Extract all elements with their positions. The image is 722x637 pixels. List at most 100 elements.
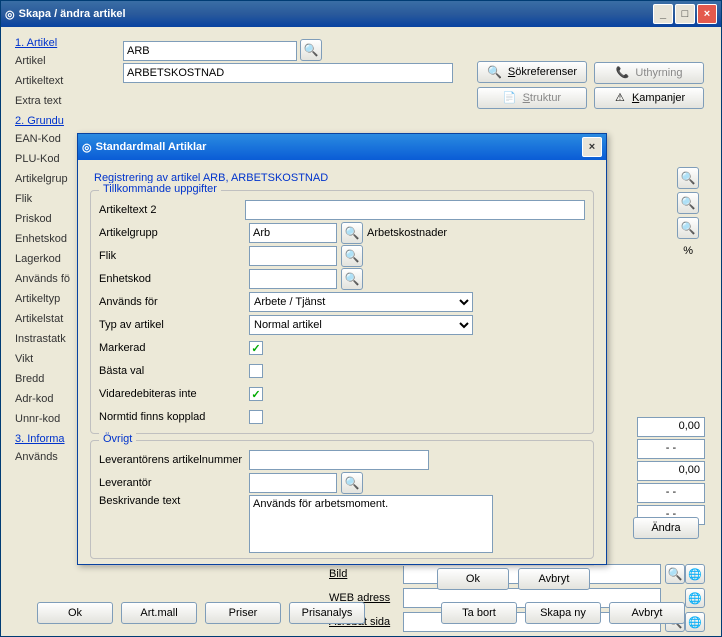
legend-tillkommande: Tillkommande uppgifter [99,183,221,195]
anvandsfor-select[interactable]: Arbete / Tjänst [249,292,473,312]
label-extratext: Extra text [15,91,115,111]
modal-avbryt-button[interactable]: Avbryt [518,568,590,590]
right-icon-stack: 🔍 🔍 🔍 [677,167,699,239]
artikel-input-row: 🔍 [123,39,322,61]
label-bastaval: Bästa val [99,365,249,377]
modal-ok-button[interactable]: Ok [437,568,509,590]
magnifier-icon: 🔍 [345,272,360,286]
right-lookup-3[interactable]: 🔍 [677,217,699,239]
label-flik-modal: Flik [99,250,249,262]
priser-button[interactable]: Priser [205,602,281,624]
num-cell-1: 0,00 [637,417,705,437]
label-enhetskod-modal: Enhetskod [99,273,249,285]
magnifier-icon: 🔍 [681,171,696,185]
bottom-button-row: Ok Art.mall Priser Prisanalys Ta bort Sk… [1,598,721,628]
warning-icon: ⚠ [613,91,627,105]
enhetskod-lookup[interactable]: 🔍 [341,268,363,290]
markerad-checkbox[interactable]: ✓ [249,341,263,355]
enhetskod-input[interactable] [249,269,337,289]
section-link-2[interactable]: 2. Grundu [15,115,115,127]
modal-title-bar: ◎ Standardmall Artiklar × [78,134,606,160]
main-body: 1. Artikel Artikel Artikeltext Extra tex… [1,27,721,636]
modal-close-button[interactable]: × [582,137,602,157]
label-artikeltext: Artikeltext [15,71,115,91]
bild-web[interactable]: 🌐 [685,564,705,584]
typavartikel-select[interactable]: Normal artikel [249,315,473,335]
label-artikeltext2: Artikeltext 2 [99,204,245,216]
andra-button[interactable]: Ändra [633,517,699,539]
fieldset-ovrigt: Övrigt Leverantörens artikelnummer Lever… [90,440,594,559]
main-window: ◎ Skapa / ändra artikel _ □ × 1. Artikel… [0,0,722,637]
num-cell-3: 0,00 [637,461,705,481]
magnifier-icon: 🔍 [345,476,360,490]
right-lookup-2[interactable]: 🔍 [677,192,699,214]
app-icon: ◎ [5,8,15,21]
artikel-lookup-button[interactable]: 🔍 [300,39,322,61]
beskrivande-textarea[interactable]: Används för arbetsmoment. [249,495,493,553]
label-markerad: Markerad [99,342,249,354]
fieldset-tillkommande: Tillkommande uppgifter Artikeltext 2 Art… [90,190,594,434]
uthyrning-button[interactable]: 📞 Uthyrning [594,62,704,84]
label-beskrivande: Beskrivande text [99,495,249,507]
numeric-cells: 0,00 - - 0,00 - - - - [637,417,705,527]
artikeltext2-input[interactable] [245,200,585,220]
artikeltext-input[interactable] [123,63,453,83]
main-title-bar: ◎ Skapa / ändra artikel _ □ × [1,1,721,27]
sokreferenser-button[interactable]: 🔍 Sökreferenser [477,61,587,83]
label-artikel: Artikel [15,51,115,71]
flik-lookup[interactable]: 🔍 [341,245,363,267]
minimize-button[interactable]: _ [653,4,673,24]
artikelgrupp-input[interactable] [249,223,337,243]
label-typavartikel: Typ av artikel [99,319,249,331]
num-cell-2: - - [637,439,705,459]
normtid-checkbox[interactable] [249,410,263,424]
standardmall-modal: ◎ Standardmall Artiklar × Registrering a… [77,133,607,565]
bastaval-checkbox[interactable] [249,364,263,378]
bild-lookup[interactable]: 🔍 [665,564,685,584]
kampanjer-button[interactable]: ⚠ Kampanjer [594,87,704,109]
modal-icon: ◎ [82,141,92,154]
struktur-button[interactable]: 📄Struktur [477,87,587,109]
top-right-buttons: 🔍 Sökreferenser 📞 Uthyrning 📄Struktur ⚠ Kam… [473,61,705,112]
magnifier-icon: 🔍 [345,226,360,240]
artmall-button[interactable]: Art.mall [121,602,197,624]
kampanjer-label: Kampanjer [632,92,685,104]
skapany-button[interactable]: Skapa ny [525,602,601,624]
right-lookup-1[interactable]: 🔍 [677,167,699,189]
magnifier-icon: 🔍 [681,196,696,210]
sokreferenser-label: Sökreferenser [508,66,577,78]
uthyrning-label: Uthyrning [635,67,682,79]
magnifier-icon: 🔍 [304,43,319,57]
tabort-button[interactable]: Ta bort [441,602,517,624]
label-vidaredeb: Vidaredebiteras inte [99,388,249,400]
artikel-input[interactable] [123,41,297,61]
window-title: Skapa / ändra artikel [15,8,651,20]
vidaredeb-checkbox[interactable]: ✓ [249,387,263,401]
artikeltext-input-row [123,63,453,83]
phone-icon: 📞 [616,66,630,79]
label-levartnr: Leverantörens artikelnummer [99,454,249,466]
ok-button[interactable]: Ok [37,602,113,624]
struktur-icon: 📄 [503,91,517,104]
globe-icon: 🌐 [688,568,702,581]
modal-body: Registrering av artikel ARB, ARBETSKOSTN… [78,160,606,600]
artikelgrupp-lookup[interactable]: 🔍 [341,222,363,244]
leverantor-lookup[interactable]: 🔍 [341,472,363,494]
artikelgrupp-display: Arbetskostnader [367,227,447,239]
legend-ovrigt: Övrigt [99,433,136,445]
section-link-1[interactable]: 1. Artikel [15,37,115,49]
flik-input[interactable] [249,246,337,266]
leverantor-input[interactable] [249,473,337,493]
maximize-button[interactable]: □ [675,4,695,24]
magnifier-icon: 🔍 [681,221,696,235]
close-button[interactable]: × [697,4,717,24]
label-anvandsfor: Används för [99,296,249,308]
num-cell-4: - - [637,483,705,503]
magnifier-icon: 🔍 [668,567,683,581]
magnifier-icon: 🔍 [487,65,502,79]
prisanalys-button[interactable]: Prisanalys [289,602,365,624]
magnifier-icon: 🔍 [345,249,360,263]
modal-title: Standardmall Artiklar [92,141,580,153]
avbryt-button[interactable]: Avbryt [609,602,685,624]
levartnr-input[interactable] [249,450,429,470]
